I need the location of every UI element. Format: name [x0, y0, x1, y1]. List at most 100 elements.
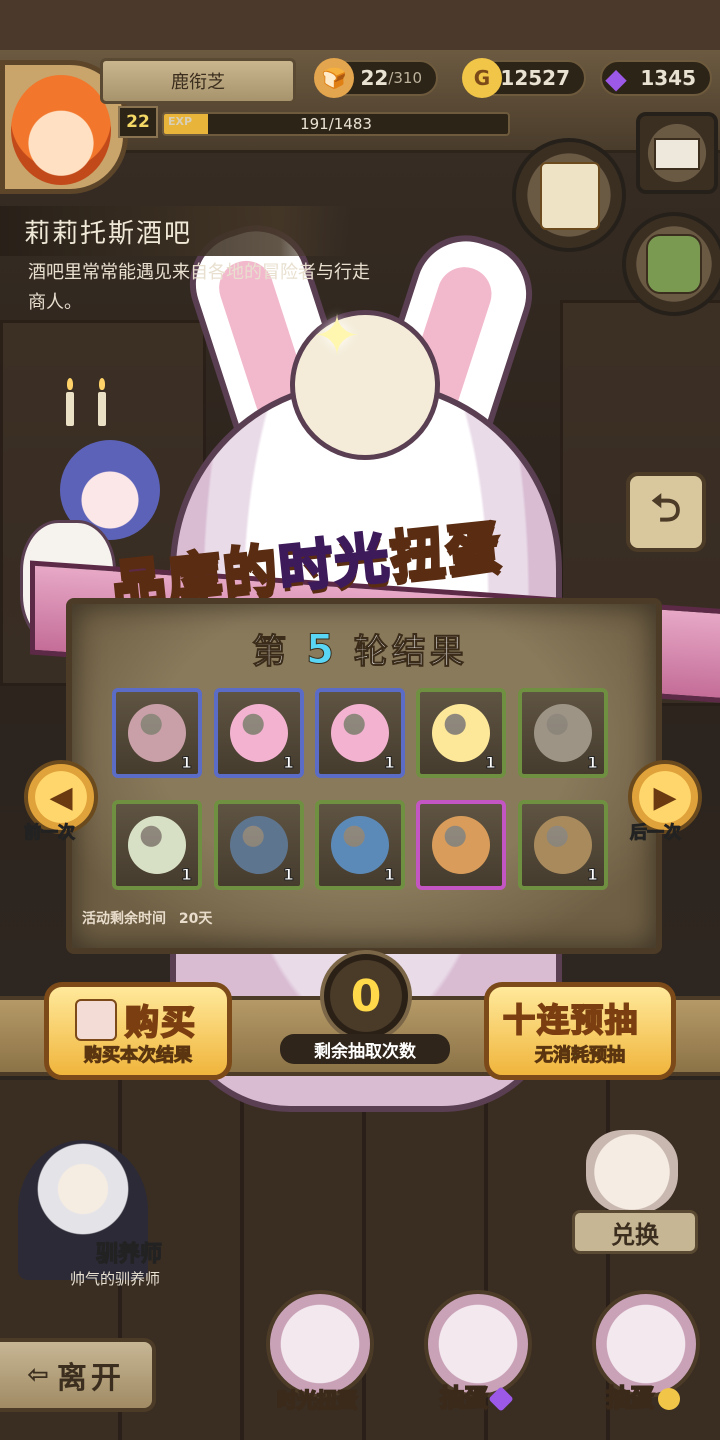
banner-title-accent: 时光 [274, 524, 395, 601]
gold-coin-icon: G [462, 58, 502, 98]
item-quantity: 1 [383, 753, 395, 773]
sparkle-icon: ✦ [313, 304, 361, 369]
result-slot[interactable]: 1 [112, 800, 202, 890]
arrow-left-icon: ◀ [49, 779, 73, 815]
blue-shell-icon [230, 816, 288, 874]
stamina-value: 22 [360, 66, 389, 90]
item-quantity: 1 [586, 753, 598, 773]
pink-bundle-icon [331, 704, 389, 762]
location-description: 酒吧里常常能遇见来自各地的冒险者与行走商人。 [28, 262, 370, 313]
leave-button[interactable]: ⇦ 离开 [0, 1338, 156, 1412]
leave-label: 离开 [56, 1361, 125, 1396]
ceiling-beam [0, 0, 720, 54]
player-level: 22 [118, 106, 158, 138]
gold-draw-tab[interactable]: 抽蛋 [578, 1280, 708, 1430]
previous-label: 前一次 [24, 823, 76, 844]
result-slot[interactable]: 1 [518, 688, 608, 778]
player-name: 鹿衔芝 [100, 58, 296, 104]
buy-sublabel: 购买本次结果 [84, 1045, 193, 1067]
time-gacha-label: 时光扭蛋 [276, 1387, 358, 1413]
item-quantity: 1 [282, 865, 294, 885]
candle-icon [98, 378, 106, 426]
trainer-title: 帅气的驯养师 [70, 1270, 161, 1288]
spotted-egg-icon [128, 816, 186, 874]
gold-coin-icon [658, 1388, 680, 1410]
result-slot[interactable]: 1 [416, 688, 506, 778]
next-label: 后一次 [630, 823, 682, 844]
book-item-icon [128, 704, 186, 762]
location-title: 莉莉托斯酒吧 [0, 206, 350, 256]
banner-title-part2: 扭蛋 [386, 512, 507, 589]
draws-left-label: 剩余抽取次数 [280, 1034, 450, 1064]
backpack-icon [646, 234, 702, 294]
item-quantity: 1 [180, 753, 192, 773]
gem-counter[interactable]: ◆ 1345 [600, 60, 712, 96]
ten-draw-preview-button[interactable]: 十连预抽 无消耗预抽 [484, 982, 676, 1080]
candle-icon [66, 378, 74, 426]
arrow-left-icon: ⇦ [27, 1360, 53, 1390]
round-suffix: 轮结果 [353, 632, 468, 673]
backpack-button[interactable] [622, 212, 720, 316]
exchange-bag-icon [586, 1130, 678, 1214]
bread-icon: 🍞 [314, 58, 354, 98]
scroll-icon [540, 162, 600, 230]
gem-value: 1345 [640, 66, 696, 90]
gold-draw-text: 抽蛋 [605, 1383, 655, 1413]
purple-gem-icon: ◆ [605, 61, 627, 95]
gift-icon [75, 999, 117, 1041]
fur-hat-icon [534, 704, 592, 762]
return-button[interactable]: ⮌ [626, 472, 706, 552]
ten-draw-sublabel: 无消耗预抽 [489, 1041, 671, 1067]
purple-gem-icon [488, 1386, 514, 1412]
avatar-face [11, 75, 111, 185]
gold-draw-label: 抽蛋 [578, 1378, 708, 1413]
exp-bar: EXP 191/1483 [162, 112, 510, 136]
preview-label: 预抽 [589, 1045, 626, 1067]
stamina-max: /310 [388, 69, 422, 87]
blue-sprout-icon [331, 816, 389, 874]
gem-draw-label: 抽蛋 [410, 1378, 540, 1413]
result-slot[interactable]: 1 [518, 800, 608, 890]
trainer-name: 驯养师 [95, 1242, 163, 1268]
item-quantity: 1 [484, 753, 496, 773]
item-quantity: 1 [383, 865, 395, 885]
mail-button[interactable] [636, 112, 718, 194]
stamina-counter[interactable]: 🍞 22 /310 [314, 58, 438, 98]
event-timer: 活动剩余时间 20天 [82, 908, 212, 928]
result-slot[interactable]: 1 [315, 800, 405, 890]
event-time-label: 活动剩余时间 [82, 911, 166, 927]
event-time-value: 20天 [178, 911, 213, 927]
tiger-box-icon [432, 816, 490, 874]
buy-label: 购买 [124, 1002, 197, 1044]
pink-bundle-icon [230, 704, 288, 762]
time-gacha-icon [266, 1290, 374, 1398]
result-slot[interactable]: 1 [315, 688, 405, 778]
no-cost-label: 无消耗 [535, 1045, 590, 1067]
time-gacha-tab[interactable]: 时光扭蛋 [252, 1280, 382, 1430]
arrow-right-icon: ▶ [653, 779, 677, 815]
exchange-button[interactable]: 兑换 [572, 1130, 698, 1254]
result-slot[interactable]: 1 [214, 800, 304, 890]
buy-button[interactable]: 购买 购买本次结果 [44, 982, 232, 1080]
gold-value: 12527 [500, 66, 570, 90]
item-quantity: 1 [282, 753, 294, 773]
wooden-barrel-icon [534, 816, 592, 874]
result-slot[interactable]: 1 [214, 688, 304, 778]
round-title: 第 5 轮结果 [0, 624, 720, 674]
glowing-orb-icon [432, 704, 490, 762]
gem-draw-text: 抽蛋 [439, 1383, 489, 1413]
draws-left-counter: 0 [320, 950, 412, 1042]
gold-counter[interactable]: G 12527 [462, 58, 586, 98]
gem-draw-tab[interactable]: 抽蛋 [410, 1280, 540, 1430]
result-slot[interactable]: 1 [112, 688, 202, 778]
item-quantity: 1 [586, 865, 598, 885]
exchange-label: 兑换 [572, 1210, 698, 1254]
result-slot[interactable] [416, 800, 506, 890]
ten-draw-label: 十连预抽 [502, 1000, 640, 1040]
quest-scroll-button[interactable] [512, 138, 626, 252]
return-arrow-icon: ⮌ [650, 485, 682, 530]
envelope-icon [654, 138, 700, 170]
round-prefix: 第 [252, 632, 291, 673]
exp-text: 191/1483 [300, 115, 372, 133]
item-quantity: 1 [180, 865, 192, 885]
